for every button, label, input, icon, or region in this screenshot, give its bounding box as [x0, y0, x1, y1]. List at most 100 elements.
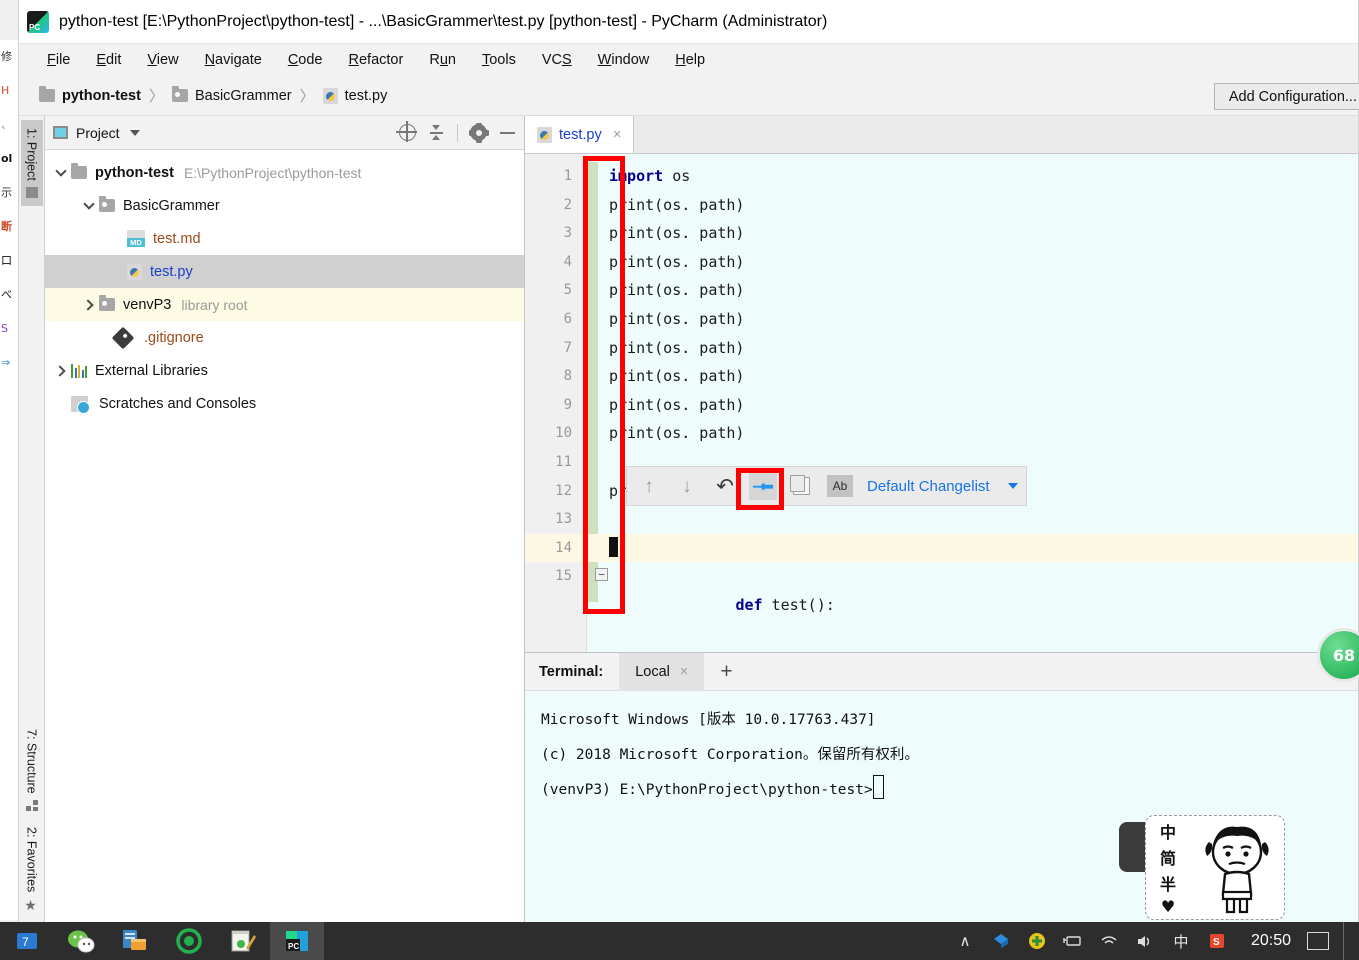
taskbar-item-wechat[interactable] — [54, 922, 108, 960]
sidebar-item-project[interactable]: 1: Project — [20, 120, 43, 206]
menu-file[interactable]: File — [35, 48, 82, 72]
copy-button[interactable] — [787, 472, 815, 500]
tree-item-test-md[interactable]: test.md — [45, 222, 524, 255]
taskbar-item-files[interactable] — [108, 922, 162, 960]
tray-ime-icon[interactable]: 中 — [1170, 930, 1192, 952]
taskbar-item-notepad[interactable] — [216, 922, 270, 960]
taskbar-clock[interactable]: 20:50 — [1235, 932, 1307, 950]
tree-item-external-libraries[interactable]: External Libraries — [45, 354, 524, 387]
taskbar-item-browser[interactable] — [162, 922, 216, 960]
menu-help[interactable]: Help — [663, 48, 717, 72]
menu-edit[interactable]: Edit — [84, 48, 133, 72]
add-terminal-button[interactable]: + — [704, 660, 748, 684]
copy-icon — [789, 475, 810, 495]
tray-wps-icon[interactable]: S — [1206, 930, 1228, 952]
system-tray: ∧ 中 S 20:50 — [947, 922, 1359, 960]
tree-item-test-py[interactable]: test.py — [45, 255, 524, 288]
breadcrumb-file[interactable]: test.py — [322, 87, 387, 104]
collapse-arrows-icon: ➞ ⬅ — [752, 477, 774, 496]
menu-window[interactable]: Window — [586, 48, 662, 72]
code-fold-icon[interactable]: − — [595, 568, 608, 582]
terminal-tab-local[interactable]: Local × — [619, 652, 705, 691]
locate-icon[interactable] — [396, 121, 417, 142]
sidebar-item-favorites[interactable]: 2: Favorites ★ — [20, 819, 44, 922]
close-icon[interactable]: × — [613, 126, 622, 143]
line-number: 5 — [563, 282, 572, 299]
collapse-all-icon[interactable] — [428, 124, 445, 141]
chevron-down-icon[interactable] — [51, 163, 71, 183]
text-caret — [609, 536, 618, 557]
chevron-right-icon[interactable] — [51, 361, 71, 381]
menu-view[interactable]: View — [135, 48, 190, 72]
tray-network-icon[interactable] — [1098, 930, 1120, 952]
tab-test-py[interactable]: test.py × — [525, 116, 635, 153]
chevron-down-icon[interactable] — [79, 196, 99, 216]
tray-volume-icon[interactable] — [1134, 930, 1156, 952]
tree-sub-python-test: E:\PythonProject\python-test — [183, 164, 362, 181]
code-line-current[interactable] — [587, 533, 1358, 563]
ime-mode-halfwidth[interactable]: 半 — [1160, 871, 1176, 895]
tree-item-scratches[interactable]: Scratches and Consoles — [45, 387, 524, 420]
settings-gear-icon[interactable] — [470, 122, 487, 143]
close-icon[interactable]: × — [680, 664, 688, 680]
ime-mode-heart[interactable]: ♥ — [1161, 897, 1175, 916]
code-editor[interactable]: 1 2 3 4 5 6 7 8 9 10 11 12 13 14 15 impo… — [525, 154, 1358, 652]
folder-icon — [39, 86, 55, 102]
markdown-icon — [127, 230, 145, 247]
breadcrumb-package[interactable]: BasicGrammer — [171, 86, 292, 104]
show-desktop-button[interactable] — [1343, 922, 1353, 960]
tree-item-basicgrammer[interactable]: BasicGrammer — [45, 189, 524, 222]
breadcrumb-project[interactable]: python-test — [39, 86, 141, 104]
tree-item-gitignore[interactable]: .gitignore — [45, 321, 524, 354]
menu-navigate[interactable]: Navigate — [193, 48, 274, 72]
menu-code[interactable]: Code — [276, 48, 335, 72]
menu-vcs[interactable]: VCS — [530, 48, 584, 72]
chevron-down-icon[interactable] — [129, 129, 140, 136]
git-icon — [111, 326, 135, 349]
ime-mode-language[interactable]: 中 — [1160, 819, 1176, 843]
chevron-right-icon[interactable] — [79, 295, 99, 315]
line-number: 4 — [563, 253, 572, 270]
tray-show-hidden-icon[interactable]: ∧ — [954, 930, 976, 952]
tree-item-python-test[interactable]: python-test E:\PythonProject\python-test — [45, 156, 524, 189]
sidebar-item-structure[interactable]: 7: Structure — [21, 721, 43, 819]
menu-run[interactable]: Run — [417, 48, 468, 72]
menu-refactor[interactable]: Refactor — [337, 48, 416, 72]
ime-mode-column: 中 简 半 ♥ — [1146, 819, 1190, 916]
show-diff-button[interactable]: ➞ ⬅ — [749, 472, 777, 500]
previous-change-button[interactable]: ↑ — [635, 472, 663, 500]
tree-sub-venvp3: library root — [181, 296, 248, 313]
tool-tab-label-favorites: 2: Favorites — [24, 826, 39, 892]
add-configuration-button[interactable]: Add Configuration... — [1213, 83, 1359, 110]
project-pane-title: Project — [76, 124, 120, 141]
title-bar: python-test [E:\PythonProject\python-tes… — [19, 0, 1358, 44]
code-text: os — [663, 167, 691, 185]
changelist-dropdown-label[interactable]: Default Changelist — [867, 478, 990, 495]
notifications-icon[interactable] — [1307, 932, 1329, 950]
tree-label-test-py: test.py — [150, 263, 193, 280]
python-file-icon — [322, 87, 338, 104]
ime-status-widget[interactable]: 中 简 半 ♥ — [1145, 815, 1285, 920]
ime-mode-simplified[interactable]: 简 — [1160, 845, 1176, 869]
hide-icon[interactable] — [499, 124, 516, 141]
tray-dropbox-icon[interactable] — [990, 930, 1012, 952]
rollback-button[interactable]: ↶ — [711, 472, 739, 500]
tray-antivirus-icon[interactable] — [1026, 930, 1048, 952]
svg-text:7: 7 — [22, 935, 29, 949]
chevron-down-icon[interactable] — [1007, 483, 1018, 489]
breadcrumb-separator-2: 〉 — [299, 88, 315, 105]
python-file-icon — [127, 263, 142, 280]
taskbar-item-explorer[interactable]: 7 — [0, 922, 54, 960]
next-change-button[interactable]: ↓ — [673, 472, 701, 500]
tray-battery-icon[interactable] — [1062, 930, 1084, 952]
tree-label-basicgrammer: BasicGrammer — [123, 197, 220, 214]
whitespace-button[interactable]: Ab — [825, 472, 855, 500]
code-content[interactable]: import os print(os. path) print(os. path… — [587, 154, 1358, 652]
taskbar-item-pycharm[interactable]: PC — [270, 922, 324, 960]
tree-item-venvp3[interactable]: venvP3 library root — [45, 288, 524, 321]
source-folder-icon — [171, 86, 188, 102]
menu-tools[interactable]: Tools — [470, 48, 528, 72]
editor-gutter: 1 2 3 4 5 6 7 8 9 10 11 12 13 14 15 — [525, 154, 587, 652]
star-icon: ★ — [23, 898, 40, 914]
